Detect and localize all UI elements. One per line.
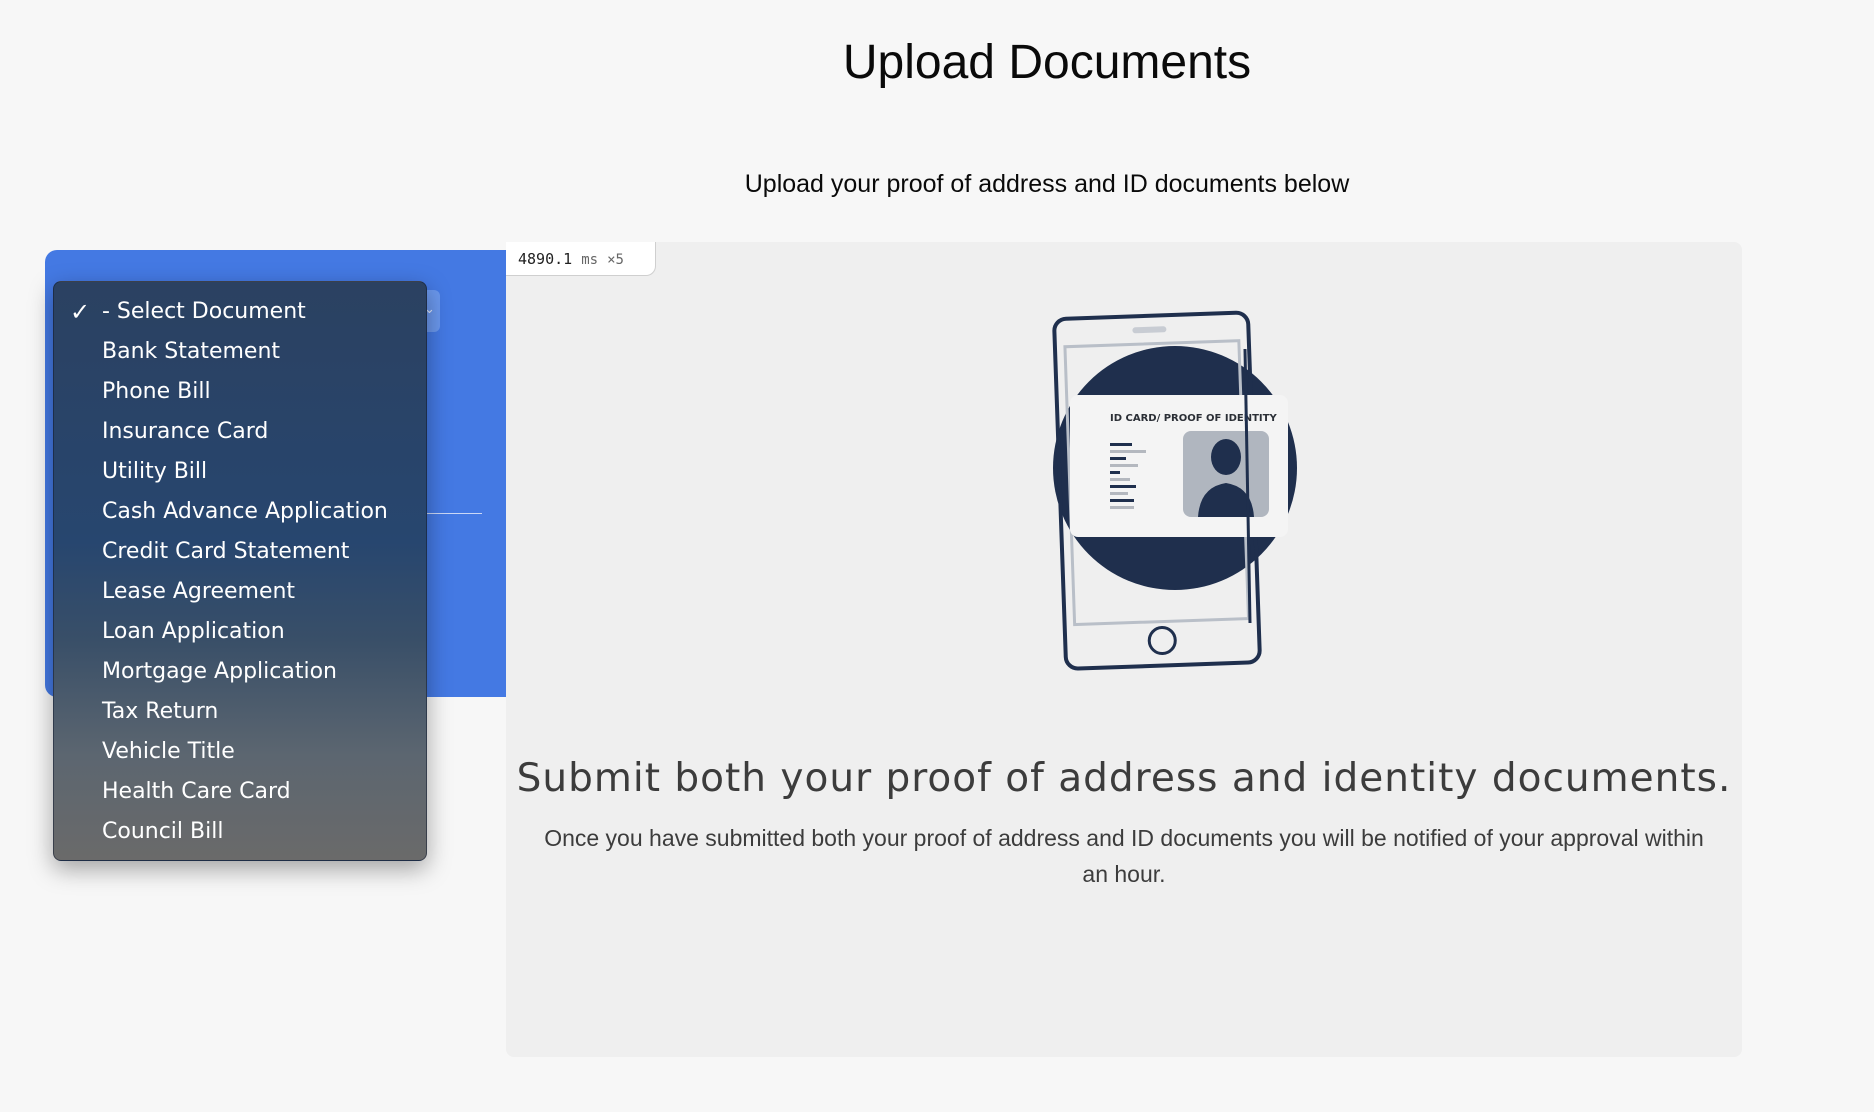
dropdown-option-label: Mortgage Application xyxy=(102,659,337,684)
dropdown-option[interactable]: Vehicle Title xyxy=(54,732,426,772)
page-subtitle: Upload your proof of address and ID docu… xyxy=(744,170,1350,198)
checkmark-icon: ✓ xyxy=(70,298,91,326)
dropdown-option[interactable]: Bank Statement xyxy=(54,332,426,372)
timing-unit: ms xyxy=(581,252,599,268)
dropdown-option-label: Health Care Card xyxy=(102,779,291,804)
dropdown-option[interactable]: Council Bill xyxy=(54,812,426,852)
dropdown-option[interactable]: Phone Bill xyxy=(54,372,426,412)
dropdown-option[interactable]: Utility Bill xyxy=(54,452,426,492)
dropdown-option-label: Phone Bill xyxy=(102,379,211,404)
dropdown-option-label: Vehicle Title xyxy=(102,739,235,764)
page-title: Upload Documents xyxy=(842,36,1252,89)
dropdown-option-label: - Select Document xyxy=(102,299,306,324)
submit-description: Once you have submitted both your proof … xyxy=(544,825,1704,887)
dropdown-option-label: Council Bill xyxy=(102,819,224,844)
timing-value: 4890.1 xyxy=(518,250,573,268)
id-card-phone-illustration: ID CARD/ PROOF OF IDENTITY xyxy=(1052,310,1297,671)
dropdown-option-label: Cash Advance Application xyxy=(102,499,388,524)
panel-divider xyxy=(427,513,482,514)
dropdown-option-label: Insurance Card xyxy=(102,419,269,444)
dropdown-option-label: Credit Card Statement xyxy=(102,539,350,564)
phone-speaker xyxy=(1132,326,1167,334)
timing-multiplier: ×5 xyxy=(607,252,624,268)
dropdown-option[interactable]: Mortgage Application xyxy=(54,652,426,692)
phone-home-button xyxy=(1147,626,1177,656)
dropdown-option[interactable]: Lease Agreement xyxy=(54,572,426,612)
dropdown-option-label: Lease Agreement xyxy=(102,579,296,604)
dropdown-option[interactable]: ✓ - Select Document xyxy=(54,292,426,332)
dropdown-option-label: Utility Bill xyxy=(102,459,208,484)
dropdown-option[interactable]: Insurance Card xyxy=(54,412,426,452)
timing-badge: 4890.1 ms ×5 xyxy=(506,242,656,276)
id-card-title: ID CARD/ PROOF OF IDENTITY xyxy=(1110,413,1277,424)
dropdown-option[interactable]: Loan Application xyxy=(54,612,426,652)
document-type-dropdown[interactable]: ✓ - Select Document Bank Statement Phone Bi… xyxy=(53,281,427,861)
dropdown-option-label: Tax Return xyxy=(102,699,219,724)
dropdown-option-label: Bank Statement xyxy=(102,339,281,364)
dropdown-option[interactable]: Cash Advance Application xyxy=(54,492,426,532)
submit-heading: Submit both your proof of address and id… xyxy=(516,756,1732,801)
dropdown-option[interactable]: Health Care Card xyxy=(54,772,426,812)
dropdown-option[interactable]: Tax Return xyxy=(54,692,426,732)
dropdown-option[interactable]: Credit Card Statement xyxy=(54,532,426,572)
dropdown-option-label: Loan Application xyxy=(102,619,285,644)
